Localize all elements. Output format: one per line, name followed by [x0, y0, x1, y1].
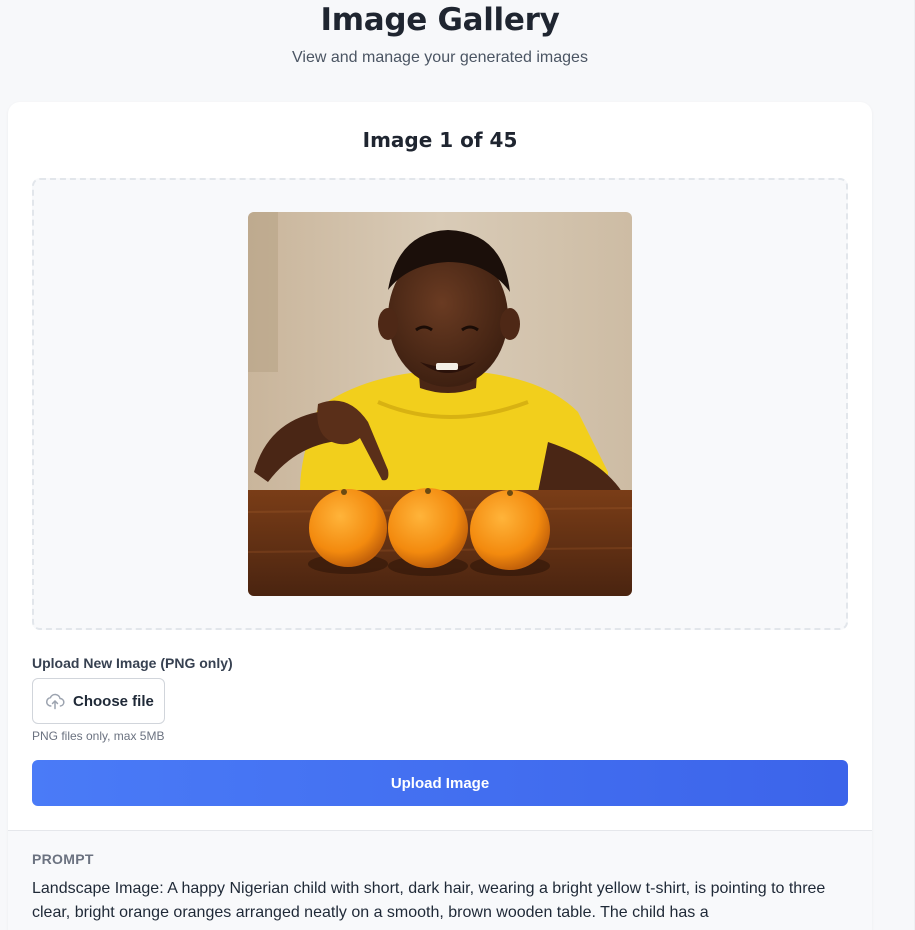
page-subtitle: View and manage your generated images [292, 49, 588, 66]
upload-hint: PNG files only, max 5MB [32, 729, 165, 743]
page-title: Image Gallery [320, 2, 560, 38]
prompt-heading: PROMPT [32, 851, 94, 867]
prompt-text: Landscape Image: A happy Nigerian child … [32, 880, 826, 921]
prompt-section: PROMPT Landscape Image: A happy Nigerian… [8, 830, 872, 930]
upload-image-button[interactable]: Upload Image [32, 760, 848, 806]
choose-file-label: Choose file [73, 692, 154, 710]
image-counter: Image 1 of 45 [362, 128, 518, 152]
gallery-card: Image 1 of 45 Upload New Image (PNG only… [8, 102, 872, 930]
image-preview-area [32, 178, 848, 630]
choose-file-button[interactable]: Choose file [32, 678, 165, 724]
cloud-upload-icon [45, 693, 65, 710]
upload-label: Upload New Image (PNG only) [32, 655, 233, 671]
gallery-image [248, 212, 632, 596]
